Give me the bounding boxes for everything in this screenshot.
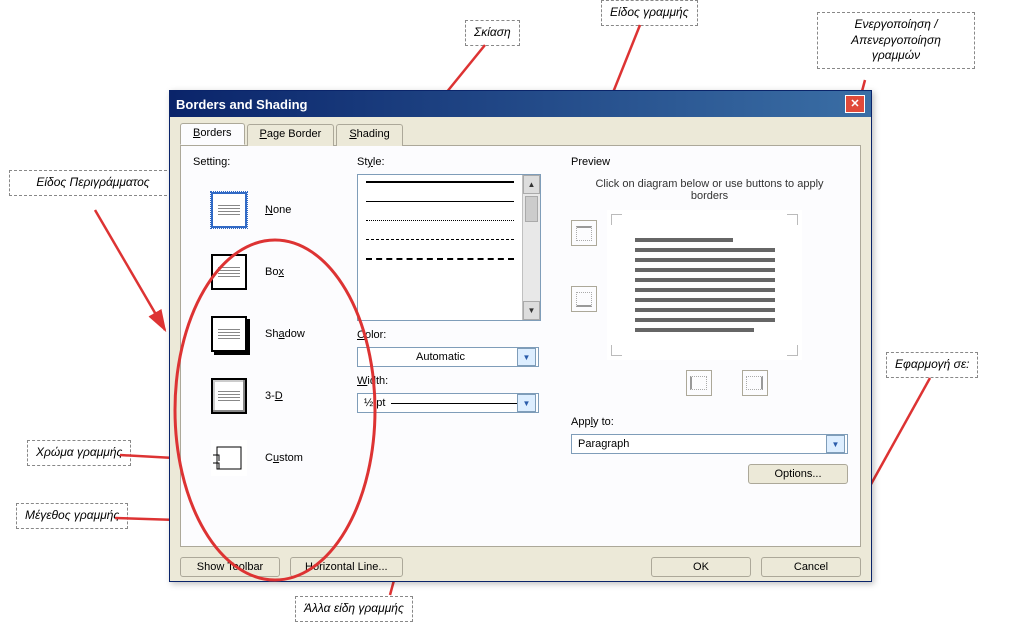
color-dropdown[interactable]: Automatic ▼ — [357, 347, 539, 367]
ok-button[interactable]: OK — [651, 557, 751, 577]
show-toolbar-button[interactable]: Show Toolbar — [180, 557, 280, 577]
tab-strip: Borders Page Border Shading — [180, 123, 861, 146]
callout-line-style: Είδος γραμμής — [601, 0, 698, 26]
box-icon — [211, 254, 247, 290]
width-dropdown[interactable]: ½ pt ▼ — [357, 393, 539, 413]
chevron-down-icon: ▼ — [517, 348, 536, 366]
style-listbox[interactable]: ▲ ▼ — [357, 174, 541, 321]
dialog-body: Borders Page Border Shading Setting: Non… — [170, 117, 871, 587]
apply-to-label: Apply to: — [571, 416, 848, 428]
line-option-dotted[interactable] — [366, 220, 514, 221]
setting-none-label: None — [265, 204, 291, 216]
titlebar: Borders and Shading ✕ — [170, 91, 871, 117]
setting-box-label: Box — [265, 266, 284, 278]
tab-panel-borders: Setting: None Box — [180, 146, 861, 547]
setting-none[interactable]: None — [211, 192, 343, 228]
setting-3d-label: 3-D — [265, 390, 283, 402]
border-right-button[interactable] — [742, 370, 768, 396]
horizontal-line-button[interactable]: Horizontal Line... — [290, 557, 403, 577]
setting-column: Setting: None Box — [193, 156, 343, 536]
line-option-largedash[interactable] — [366, 258, 514, 260]
setting-3d[interactable]: 3-D — [211, 378, 343, 414]
preview-column: Preview Click on diagram below or use bu… — [571, 156, 848, 536]
callout-other-line-types: Άλλα είδη γραμμής — [295, 596, 413, 622]
scroll-thumb[interactable] — [525, 196, 538, 222]
callout-apply-to: Εφαρμογή σε: — [886, 352, 978, 378]
setting-shadow-label: Shadow — [265, 328, 305, 340]
border-left-button[interactable] — [686, 370, 712, 396]
line-option-dashed[interactable] — [366, 239, 514, 240]
line-option-solid[interactable] — [366, 181, 514, 183]
setting-custom[interactable]: Custom — [211, 440, 343, 476]
apply-to-dropdown[interactable]: Paragraph ▼ — [571, 434, 848, 454]
tab-borders[interactable]: Borders — [180, 123, 245, 145]
callout-line-width: Μέγεθος γραμμής — [16, 503, 128, 529]
callout-shading: Σκίαση — [465, 20, 520, 46]
chevron-down-icon: ▼ — [826, 435, 845, 453]
setting-label: Setting: — [193, 156, 343, 168]
close-button[interactable]: ✕ — [845, 95, 865, 113]
close-icon: ✕ — [850, 99, 859, 110]
line-option-thin[interactable] — [366, 201, 514, 202]
shadow-icon — [211, 316, 247, 352]
style-column: Style: ▲ ▼ — [357, 156, 557, 536]
chevron-down-icon: ▼ — [517, 394, 536, 412]
apply-to-value: Paragraph — [578, 438, 629, 450]
width-label: Width: — [357, 375, 557, 387]
borders-and-shading-dialog: Borders and Shading ✕ Borders Page Borde… — [169, 90, 872, 582]
none-icon — [211, 192, 247, 228]
scroll-down-icon[interactable]: ▼ — [523, 301, 540, 320]
scroll-up-icon[interactable]: ▲ — [523, 175, 540, 194]
border-bottom-button[interactable] — [571, 286, 597, 312]
tab-page-border[interactable]: Page Border — [247, 124, 335, 146]
color-label: Color: — [357, 329, 557, 341]
options-button[interactable]: Options... — [748, 464, 848, 484]
setting-box[interactable]: Box — [211, 254, 343, 290]
setting-custom-label: Custom — [265, 452, 303, 464]
custom-icon — [211, 440, 247, 476]
border-top-button[interactable] — [571, 220, 597, 246]
dialog-button-row: Show Toolbar Horizontal Line... OK Cance… — [180, 557, 861, 577]
preview-hint: Click on diagram below or use buttons to… — [581, 178, 838, 202]
setting-shadow[interactable]: Shadow — [211, 316, 343, 352]
style-scrollbar[interactable]: ▲ ▼ — [522, 175, 540, 320]
cancel-button[interactable]: Cancel — [761, 557, 861, 577]
dialog-title: Borders and Shading — [176, 97, 307, 112]
preview-page[interactable] — [607, 210, 802, 360]
width-value: ½ pt — [364, 397, 385, 409]
callout-border-type: Είδος Περιγράμματος — [9, 170, 177, 196]
preview-label: Preview — [571, 156, 848, 168]
preview-text-icon — [635, 238, 775, 332]
threed-icon — [211, 378, 247, 414]
style-label: Style: — [357, 156, 557, 168]
style-options — [358, 175, 522, 320]
callout-line-color: Χρώμα γραμμής — [27, 440, 131, 466]
color-value: Automatic — [364, 351, 517, 363]
callout-enable-lines: Ενεργοποίηση / Απενεργοποίηση γραμμών — [817, 12, 975, 69]
tab-shading[interactable]: Shading — [336, 124, 402, 146]
